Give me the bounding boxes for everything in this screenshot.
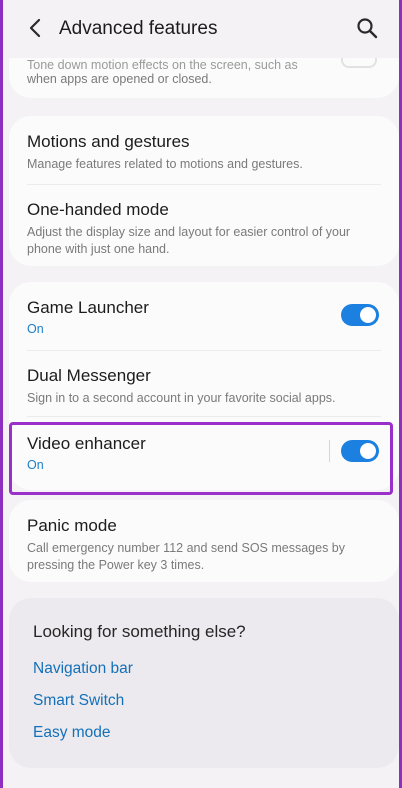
dual-messenger-title: Dual Messenger [27,366,151,385]
highlight-box [9,422,393,495]
reduce-animations-desc-line2: when apps are opened or closed. [27,72,212,86]
looking-title: Looking for something else? [33,622,246,641]
motions-gestures-title: Motions and gestures [27,132,190,151]
looking-card: Looking for something else? Navigation b… [9,598,399,768]
divider [27,350,381,351]
dual-messenger-item[interactable]: Dual Messenger Sign in to a second accou… [27,366,381,407]
divider [27,416,381,417]
toggle-knob [360,307,376,323]
gestures-card: Motions and gestures Manage features rel… [9,116,399,266]
panic-mode-desc: Call emergency number 112 and send SOS m… [27,541,345,572]
panic-mode-item[interactable]: Panic mode Call emergency number 112 and… [27,516,381,574]
back-arrow-icon[interactable] [25,17,45,39]
one-handed-title: One-handed mode [27,200,169,219]
reduce-animations-desc-line1: Tone down motion effects on the screen, … [27,58,298,72]
game-launcher-toggle[interactable] [341,304,379,326]
navigation-bar-link[interactable]: Navigation bar [33,660,133,678]
panic-mode-card[interactable]: Panic mode Call emergency number 112 and… [9,500,399,582]
app-header: Advanced features [3,0,399,58]
screen: Tone down motion effects on the screen, … [0,0,402,788]
game-launcher-title: Game Launcher [27,298,149,317]
motions-gestures-item[interactable]: Motions and gestures Manage features rel… [27,132,381,173]
dual-messenger-desc: Sign in to a second account in your favo… [27,391,336,405]
panic-mode-title: Panic mode [27,516,117,535]
motions-gestures-desc: Manage features related to motions and g… [27,157,303,171]
easy-mode-link[interactable]: Easy mode [33,724,111,742]
one-handed-item[interactable]: One-handed mode Adjust the display size … [27,200,381,258]
game-launcher-item[interactable]: Game Launcher On [27,298,329,336]
page-title: Advanced features [59,18,218,39]
one-handed-desc: Adjust the display size and layout for e… [27,225,351,256]
divider [27,184,381,185]
search-icon[interactable] [355,16,379,40]
game-launcher-status: On [27,322,44,336]
smart-switch-link[interactable]: Smart Switch [33,692,124,710]
